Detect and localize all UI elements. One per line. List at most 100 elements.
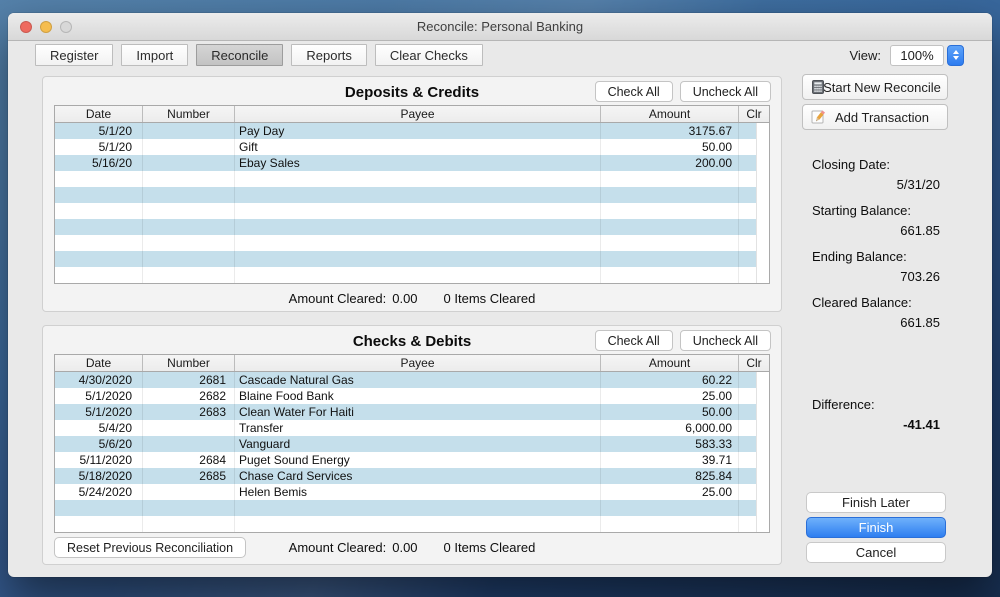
cell-clr-checkbox[interactable]	[739, 388, 756, 404]
column-header-date[interactable]: Date	[55, 106, 143, 122]
reconcile-button[interactable]: Reconcile	[196, 44, 283, 66]
titlebar[interactable]: Reconcile: Personal Banking	[8, 13, 992, 41]
scrollbar-track[interactable]	[756, 436, 769, 452]
view-stepper[interactable]	[947, 45, 964, 66]
scrollbar-track[interactable]	[756, 484, 769, 500]
table-row[interactable]	[55, 219, 769, 235]
table-row[interactable]	[55, 235, 769, 251]
cell-clr-checkbox[interactable]	[739, 468, 756, 484]
table-row[interactable]: 5/24/2020Helen Bemis25.00	[55, 484, 769, 500]
add-transaction-button[interactable]: Add Transaction	[802, 104, 948, 130]
table-row[interactable]	[55, 171, 769, 187]
table-row[interactable]: 5/18/20202685Chase Card Services825.84	[55, 468, 769, 484]
clear-checks-button[interactable]: Clear Checks	[375, 44, 483, 66]
table-row[interactable]	[55, 516, 769, 532]
scrollbar-track[interactable]	[756, 187, 769, 203]
scrollbar-track[interactable]	[756, 155, 769, 171]
amount-cleared-label: Amount Cleared:	[289, 291, 387, 306]
view-zoom-field[interactable]: 100%	[890, 45, 944, 66]
table-row[interactable]: 5/1/20Pay Day3175.67	[55, 123, 769, 139]
column-header-number[interactable]: Number	[143, 355, 235, 371]
scrollbar-track[interactable]	[756, 219, 769, 235]
cell-amount: 50.00	[601, 139, 739, 155]
cell-amount: 50.00	[601, 404, 739, 420]
cell-date: 5/11/2020	[55, 452, 143, 468]
scrollbar-track[interactable]	[756, 404, 769, 420]
toolbar: Register Import Reconcile Reports Clear …	[35, 44, 964, 66]
table-row[interactable]	[55, 500, 769, 516]
column-header-payee[interactable]: Payee	[235, 106, 601, 122]
deposits-uncheck-all-button[interactable]: Uncheck All	[680, 81, 771, 102]
deposits-check-all-button[interactable]: Check All	[595, 81, 673, 102]
column-header-amount[interactable]: Amount	[601, 106, 739, 122]
cell-amount	[601, 219, 739, 235]
column-header-payee[interactable]: Payee	[235, 355, 601, 371]
cell-clr-checkbox[interactable]	[739, 123, 756, 139]
scrollbar-track[interactable]	[756, 139, 769, 155]
table-row[interactable]: 5/16/20Ebay Sales200.00	[55, 155, 769, 171]
scrollbar-track[interactable]	[756, 251, 769, 267]
table-row[interactable]: 5/1/20202683Clean Water For Haiti50.00	[55, 404, 769, 420]
cell-clr-checkbox[interactable]	[739, 155, 756, 171]
reports-button[interactable]: Reports	[291, 44, 367, 66]
column-header-clr[interactable]: Clr	[739, 106, 769, 122]
scrollbar-track[interactable]	[756, 500, 769, 516]
cell-clr-checkbox[interactable]	[739, 372, 756, 388]
scrollbar-track[interactable]	[756, 267, 769, 283]
cell-clr-checkbox[interactable]	[739, 187, 756, 203]
table-row[interactable]	[55, 251, 769, 267]
register-button[interactable]: Register	[35, 44, 113, 66]
cell-clr-checkbox[interactable]	[739, 251, 756, 267]
cell-clr-checkbox[interactable]	[739, 452, 756, 468]
column-header-number[interactable]: Number	[143, 106, 235, 122]
scrollbar-track[interactable]	[756, 468, 769, 484]
table-row[interactable]	[55, 187, 769, 203]
scrollbar-track[interactable]	[756, 171, 769, 187]
table-row[interactable]	[55, 203, 769, 219]
cell-clr-checkbox[interactable]	[739, 203, 756, 219]
import-button[interactable]: Import	[121, 44, 188, 66]
scrollbar-track[interactable]	[756, 203, 769, 219]
cell-clr-checkbox[interactable]	[739, 139, 756, 155]
column-header-clr[interactable]: Clr	[739, 355, 769, 371]
cell-clr-checkbox[interactable]	[739, 484, 756, 500]
cell-clr-checkbox[interactable]	[739, 171, 756, 187]
cell-clr-checkbox[interactable]	[739, 235, 756, 251]
checks-uncheck-all-button[interactable]: Uncheck All	[680, 330, 771, 351]
cell-clr-checkbox[interactable]	[739, 420, 756, 436]
reset-previous-reconciliation-button[interactable]: Reset Previous Reconciliation	[54, 537, 246, 558]
cell-clr-checkbox[interactable]	[739, 219, 756, 235]
table-row[interactable]: 4/30/20202681Cascade Natural Gas60.22	[55, 372, 769, 388]
cell-clr-checkbox[interactable]	[739, 267, 756, 283]
column-header-amount[interactable]: Amount	[601, 355, 739, 371]
column-header-date[interactable]: Date	[55, 355, 143, 371]
finish-button[interactable]: Finish	[806, 517, 946, 538]
scrollbar-track[interactable]	[756, 235, 769, 251]
cell-clr-checkbox[interactable]	[739, 404, 756, 420]
view-control: View: 100%	[849, 45, 964, 66]
scrollbar-track[interactable]	[756, 452, 769, 468]
cell-clr-checkbox[interactable]	[739, 516, 756, 532]
scrollbar-track[interactable]	[756, 372, 769, 388]
cell-amount	[601, 203, 739, 219]
minimize-button-icon[interactable]	[40, 21, 52, 33]
table-row[interactable]	[55, 267, 769, 283]
start-new-reconcile-button[interactable]: Start New Reconcile	[802, 74, 948, 100]
cell-clr-checkbox[interactable]	[739, 500, 756, 516]
table-row[interactable]: 5/6/20Vanguard583.33	[55, 436, 769, 452]
cell-clr-checkbox[interactable]	[739, 436, 756, 452]
table-row[interactable]: 5/1/20Gift50.00	[55, 139, 769, 155]
scrollbar-track[interactable]	[756, 123, 769, 139]
checks-check-all-button[interactable]: Check All	[595, 330, 673, 351]
cell-amount: 583.33	[601, 436, 739, 452]
table-row[interactable]: 5/11/20202684Puget Sound Energy39.71	[55, 452, 769, 468]
scrollbar-track[interactable]	[756, 420, 769, 436]
table-row[interactable]: 5/1/20202682Blaine Food Bank25.00	[55, 388, 769, 404]
finish-later-button[interactable]: Finish Later	[806, 492, 946, 513]
close-button-icon[interactable]	[20, 21, 32, 33]
table-row[interactable]: 5/4/20Transfer6,000.00	[55, 420, 769, 436]
cancel-button[interactable]: Cancel	[806, 542, 946, 563]
scrollbar-track[interactable]	[756, 516, 769, 532]
scrollbar-track[interactable]	[756, 388, 769, 404]
cell-number	[143, 139, 235, 155]
